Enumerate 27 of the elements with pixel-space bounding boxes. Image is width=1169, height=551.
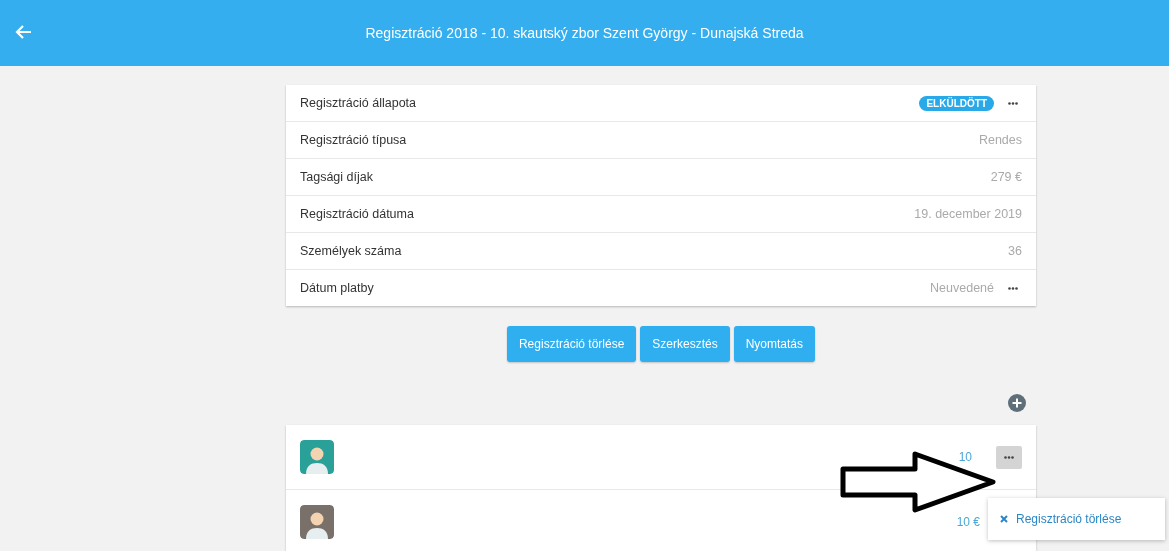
field-value: Neuvedené [930,281,994,295]
more-icon [1004,455,1014,459]
page-title: Regisztráció 2018 - 10. skautský zbor Szent György - Dunajská Streda [364,25,805,41]
field-label: Tagsági díjak [300,170,374,184]
field-label: Személyek száma [300,244,403,258]
field-value: Rendes [978,133,1022,147]
action-button[interactable]: Regisztráció törlése [506,326,637,362]
field-value: 279 € [990,170,1022,184]
more-button[interactable] [996,445,1022,469]
field-label: Regisztráció dátuma [300,207,415,221]
price-text: 10 € [956,515,980,529]
add-icon[interactable] [1008,394,1026,412]
action-button[interactable]: Szerkesztés [640,326,730,362]
field-value: 36 [1008,244,1022,258]
field-label: Dátum platby [300,281,375,295]
back-arrow-icon [14,24,32,40]
field-label: Regisztráció állapota [300,96,418,110]
menu-item-label: Regisztráció törlése [1016,512,1122,526]
close-icon [1000,515,1008,523]
menu-item[interactable]: Regisztráció törlése [988,498,1165,540]
price-text: 10 [958,450,972,464]
more-icon [1008,286,1018,290]
field-label: Regisztráció típusa [300,133,408,147]
status-badge: ELKÜLDÖTT [919,95,994,111]
action-button[interactable]: Nyomtatás [733,326,816,362]
field-value: 19. december 2019 [914,207,1022,221]
more-icon [1008,101,1018,105]
